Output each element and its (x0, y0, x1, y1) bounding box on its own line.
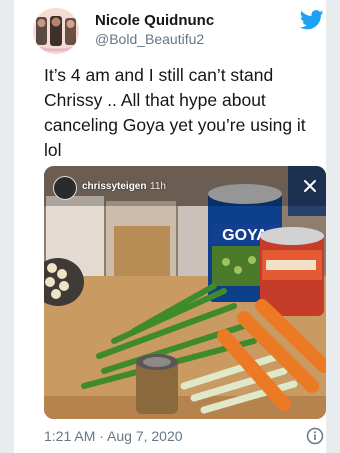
tweet-text: It’s 4 am and I still can’t stand Chriss… (44, 65, 306, 160)
story-time: 11h (150, 181, 166, 192)
tweet-card: Nicole Quidnunc @Bold_Beautifu2 It’s 4 a… (14, 0, 326, 453)
story-avatar[interactable] (53, 176, 77, 200)
info-icon[interactable] (306, 427, 324, 445)
twitter-bird-icon (300, 10, 324, 30)
close-icon[interactable] (302, 178, 318, 194)
author-handle[interactable]: @Bold_Beautifu2 (95, 31, 204, 47)
tweet-media[interactable]: GOYA chrissyteigen 11h (44, 166, 326, 419)
media-photo: GOYA (44, 166, 326, 419)
tweet-timestamp[interactable]: 1:21 AM · Aug 7, 2020 (44, 428, 183, 444)
story-username[interactable]: chrissyteigen (82, 181, 146, 192)
author-avatar[interactable] (33, 8, 79, 54)
author-name[interactable]: Nicole Quidnunc (95, 12, 214, 29)
